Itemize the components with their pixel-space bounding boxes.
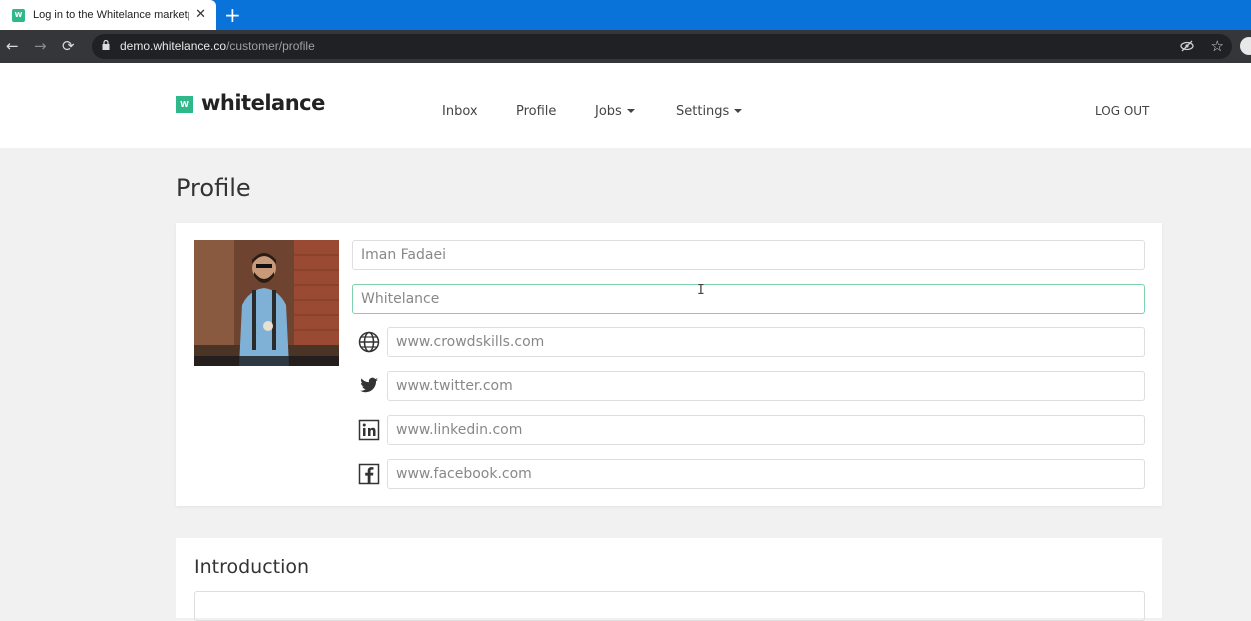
introduction-title: Introduction bbox=[194, 556, 310, 578]
logout-link[interactable]: LOG OUT bbox=[1095, 104, 1149, 118]
url-text: demo.whitelance.co/customer/profile bbox=[120, 39, 315, 53]
facebook-field[interactable]: www.facebook.com bbox=[387, 459, 1145, 489]
twitter-icon bbox=[360, 377, 378, 393]
close-tab-icon[interactable]: ✕ bbox=[195, 7, 206, 22]
tracking-blocked-icon[interactable] bbox=[1180, 39, 1194, 53]
name-field[interactable]: Iman Fadaei bbox=[352, 240, 1145, 270]
introduction-field[interactable] bbox=[194, 591, 1145, 621]
lock-icon bbox=[102, 40, 110, 50]
linkedin-icon bbox=[358, 419, 380, 441]
globe-icon bbox=[358, 331, 380, 353]
text-cursor-icon: I bbox=[697, 283, 705, 298]
twitter-field[interactable]: www.twitter.com bbox=[387, 371, 1145, 401]
company-field[interactable]: Whitelance bbox=[352, 284, 1145, 314]
facebook-icon bbox=[358, 463, 380, 485]
nav-profile[interactable]: Profile bbox=[516, 104, 556, 119]
logo-icon[interactable]: W bbox=[176, 96, 193, 113]
browser-profile-avatar[interactable] bbox=[1240, 37, 1251, 55]
website-field[interactable]: www.crowdskills.com bbox=[387, 327, 1145, 357]
nav-settings[interactable]: Settings bbox=[676, 104, 743, 119]
introduction-card: Introduction bbox=[176, 538, 1162, 621]
address-bar[interactable]: demo.whitelance.co/customer/profile ☆ bbox=[92, 34, 1232, 59]
nav-inbox[interactable]: Inbox bbox=[442, 104, 478, 119]
logo-text[interactable]: whitelance bbox=[201, 91, 325, 115]
browser-toolbar: ← → ⟳ demo.whitelance.co/customer/profil… bbox=[0, 30, 1251, 63]
profile-card: Iman Fadaei Whitelance I www.crowdskills… bbox=[176, 223, 1162, 506]
site-header: W whitelance Inbox Profile Jobs Settings… bbox=[0, 63, 1251, 148]
reload-icon[interactable]: ⟳ bbox=[62, 37, 75, 55]
url-host: demo.whitelance.co bbox=[120, 39, 227, 53]
linkedin-field[interactable]: www.linkedin.com bbox=[387, 415, 1145, 445]
chevron-down-icon bbox=[626, 109, 635, 113]
bookmark-star-icon[interactable]: ☆ bbox=[1211, 37, 1224, 55]
browser-tab[interactable]: W Log in to the Whitelance marketp ✕ bbox=[0, 0, 216, 30]
browser-tab-bar: W Log in to the Whitelance marketp ✕ + bbox=[0, 0, 1251, 30]
tab-title: Log in to the Whitelance marketp bbox=[33, 9, 189, 21]
nav-jobs[interactable]: Jobs bbox=[595, 104, 635, 119]
new-tab-button[interactable]: + bbox=[224, 3, 241, 27]
profile-photo-image bbox=[194, 240, 339, 366]
nav-jobs-label: Jobs bbox=[595, 104, 622, 119]
nav-settings-label: Settings bbox=[676, 104, 730, 119]
chevron-down-icon bbox=[734, 109, 743, 113]
profile-photo[interactable] bbox=[194, 240, 339, 366]
page-title: Profile bbox=[176, 174, 251, 202]
url-path: /customer/profile bbox=[226, 39, 315, 53]
forward-icon[interactable]: → bbox=[34, 37, 47, 55]
favicon-icon: W bbox=[12, 8, 25, 22]
back-icon[interactable]: ← bbox=[6, 37, 19, 55]
